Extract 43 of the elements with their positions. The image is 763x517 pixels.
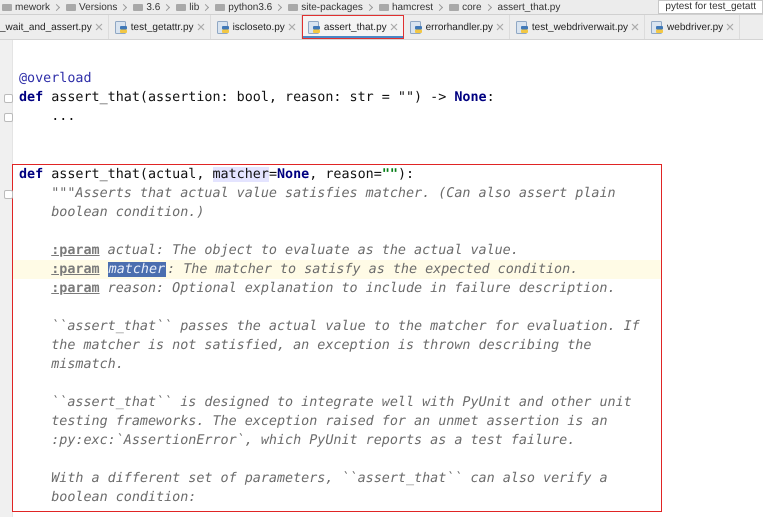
code-line: boolean condition: xyxy=(50,489,198,507)
code-line: boolean condition.) xyxy=(50,204,206,222)
code-line: @overload xyxy=(18,70,93,88)
code-line: ``assert_that`` passes the actual value to the matcher for evaluation. If xyxy=(50,318,641,336)
close-icon[interactable] xyxy=(196,23,205,31)
code-line: ``assert_that`` is designed to integrate well with PyUnit and other unit xyxy=(50,394,633,412)
breadcrumb-item[interactable]: lib xyxy=(176,2,200,12)
fold-marker-icon[interactable] xyxy=(4,190,13,199)
fold-marker-icon[interactable] xyxy=(4,113,13,122)
fold-marker-icon[interactable] xyxy=(4,94,13,103)
close-icon[interactable] xyxy=(726,23,734,31)
code-line: :py:exc:`AssertionError`, which PyUnit reports as a test failure. xyxy=(50,432,576,450)
breadcrumb-item[interactable]: hamcrest xyxy=(378,2,434,12)
close-icon[interactable] xyxy=(390,23,398,31)
file-tab[interactable]: _wait_and_assert.py xyxy=(0,15,109,39)
breadcrumb-item[interactable]: Versions xyxy=(66,2,118,12)
breadcrumb-item[interactable]: mework xyxy=(2,2,50,12)
code-line: """Asserts that actual value satisfies matcher. (Can also assert plain xyxy=(13,184,661,203)
code-line: testing frameworks. The exception raised for an unmet assertion is an xyxy=(50,413,609,431)
code-line: :param reason: Optional explanation to include in failure description. xyxy=(50,280,617,298)
code-line: mismatch. xyxy=(50,356,125,374)
breadcrumb-item[interactable]: site-packages xyxy=(288,2,363,12)
run-configuration-dropdown[interactable]: pytest for test_getatt xyxy=(658,0,763,14)
file-tab[interactable]: webdriver.py xyxy=(645,15,740,39)
file-tab[interactable]: test_getattr.py xyxy=(108,15,211,39)
breadcrumb-item[interactable]: python3.6 xyxy=(215,2,272,12)
file-tab[interactable]: iscloseto.py xyxy=(210,15,302,39)
close-icon[interactable] xyxy=(288,23,296,31)
file-tab[interactable]: test_webdriverwait.py xyxy=(510,15,646,39)
close-icon[interactable] xyxy=(631,23,640,31)
breadcrumb-item[interactable]: assert_that.py xyxy=(498,2,560,12)
close-icon[interactable] xyxy=(496,23,504,31)
file-tab[interactable]: errorhandler.py xyxy=(404,15,510,39)
file-tab[interactable]: assert_that.py xyxy=(302,15,404,39)
code-line: With a different set of parameters, ``assert_that`` can also verify a xyxy=(50,470,609,488)
code-line: :param actual: The object to evaluate as the actual value. xyxy=(50,242,520,260)
code-line: the matcher is not satisfied, an exception is thrown describing the xyxy=(50,337,592,355)
close-icon[interactable] xyxy=(94,23,103,31)
code-line: def assert_that(actual, matcher=None, reason=""): xyxy=(18,166,416,184)
breadcrumb-item[interactable]: 3.6 xyxy=(133,2,160,12)
code-line: ... xyxy=(13,107,763,126)
code-line: def assert_that(assertion: bool, reason: str = "") -> None: xyxy=(13,88,763,107)
breadcrumb-item[interactable]: core xyxy=(449,2,482,12)
